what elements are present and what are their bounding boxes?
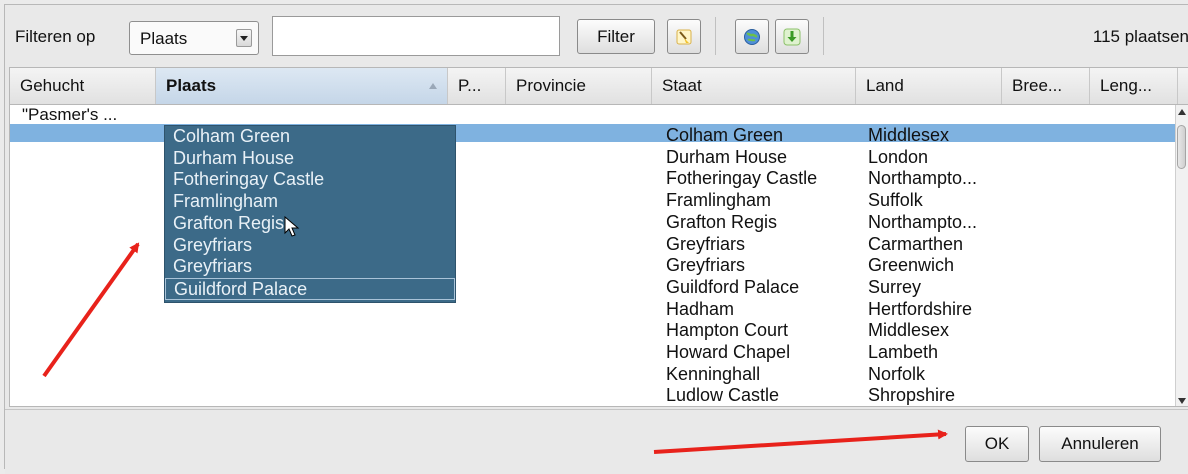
staat-column-values: Colham Green Durham House Fotheringay Cast… <box>666 125 817 406</box>
table-row-gehucht-cell[interactable]: "Pasmer's ... <box>22 105 117 125</box>
plaats-dropdown-item[interactable]: Durham House <box>165 148 455 170</box>
staat-cell[interactable]: Fotheringay Castle <box>666 168 817 190</box>
staat-cell[interactable]: Durham House <box>666 147 817 169</box>
column-header-plaats[interactable]: Plaats <box>156 68 448 104</box>
staat-cell[interactable]: Framlingham <box>666 190 817 212</box>
filter-search-input[interactable] <box>272 16 560 56</box>
column-header-staat[interactable]: Staat <box>652 68 856 104</box>
filter-dialog: Filteren op Plaats Filter 115 plaatsen G… <box>4 4 1188 474</box>
staat-cell[interactable]: Hadham <box>666 299 817 321</box>
column-header-lengte[interactable]: Leng... <box>1090 68 1178 104</box>
result-count: 115 plaatsen <box>1092 27 1188 46</box>
land-cell[interactable]: Middlesex <box>868 125 977 147</box>
staat-cell[interactable]: Kenninghall <box>666 364 817 386</box>
places-table[interactable]: Gehucht Plaats P... Provincie Staat Land… <box>9 67 1188 407</box>
vertical-scrollbar[interactable] <box>1175 105 1188 406</box>
staat-cell[interactable]: Guildford Palace <box>666 277 817 299</box>
toolbar-separator <box>715 17 716 55</box>
staat-cell[interactable]: Ludlow Castle <box>666 385 817 406</box>
plaats-dropdown-item[interactable]: Framlingham <box>165 191 455 213</box>
table-header: Gehucht Plaats P... Provincie Staat Land… <box>10 68 1188 105</box>
download-button[interactable] <box>775 19 809 54</box>
land-cell[interactable]: Norfolk <box>868 364 977 386</box>
globe-button[interactable] <box>735 19 769 54</box>
cancel-button[interactable]: Annuleren <box>1039 426 1161 462</box>
dialog-footer: OK Annuleren <box>5 409 1188 474</box>
plaats-dropdown-list[interactable]: Colham Green Durham House Fotheringay Cast… <box>164 125 456 303</box>
land-cell[interactable]: Greenwich <box>868 255 977 277</box>
table-body: "Pasmer's ... Colham Green Durham House Fo… <box>10 105 1178 406</box>
land-cell[interactable]: London <box>868 147 977 169</box>
staat-cell[interactable]: Greyfriars <box>666 255 817 277</box>
plaats-dropdown-item[interactable]: Greyfriars <box>165 256 455 278</box>
land-cell[interactable]: Northampto... <box>868 168 977 190</box>
land-column-values: Middlesex London Northampto... Suffolk North… <box>868 125 977 406</box>
filter-field-select[interactable]: Plaats <box>129 21 259 55</box>
land-cell[interactable]: Shropshire <box>868 385 977 406</box>
globe-icon <box>744 29 760 45</box>
land-cell[interactable]: Surrey <box>868 277 977 299</box>
staat-cell[interactable]: Colham Green <box>666 125 817 147</box>
plaats-dropdown-item[interactable]: Grafton Regis <box>165 213 455 235</box>
column-header-breedte[interactable]: Bree... <box>1002 68 1090 104</box>
plaats-dropdown-item[interactable]: Guildford Palace <box>165 277 455 300</box>
scroll-up-arrow-icon[interactable] <box>1178 109 1186 115</box>
broom-icon <box>676 29 692 45</box>
mouse-pointer-icon <box>284 216 300 237</box>
column-header-gehucht[interactable]: Gehucht <box>10 68 156 104</box>
ok-button[interactable]: OK <box>965 426 1029 462</box>
plaats-dropdown-item[interactable]: Fotheringay Castle <box>165 169 455 191</box>
scroll-down-arrow-icon[interactable] <box>1178 398 1186 404</box>
download-icon <box>783 28 801 46</box>
plaats-dropdown-item[interactable]: Colham Green <box>165 126 455 148</box>
filter-label: Filteren op <box>15 27 96 46</box>
chevron-down-icon[interactable] <box>236 29 252 47</box>
column-header-plaats-label: Plaats <box>166 76 217 95</box>
staat-cell[interactable]: Grafton Regis <box>666 212 817 234</box>
land-cell[interactable]: Suffolk <box>868 190 977 212</box>
scrollbar-thumb[interactable] <box>1177 125 1186 169</box>
plaats-dropdown-item[interactable]: Greyfriars <box>165 235 455 257</box>
clear-filter-button[interactable] <box>667 19 701 54</box>
land-cell[interactable]: Hertfordshire <box>868 299 977 321</box>
sort-ascending-icon <box>429 83 437 89</box>
toolbar-separator <box>823 17 824 55</box>
land-cell[interactable]: Carmarthen <box>868 234 977 256</box>
filter-button[interactable]: Filter <box>577 19 655 54</box>
land-cell[interactable]: Northampto... <box>868 212 977 234</box>
staat-cell[interactable]: Hampton Court <box>666 320 817 342</box>
filter-field-value: Plaats <box>140 29 188 48</box>
land-cell[interactable]: Middlesex <box>868 320 977 342</box>
column-header-provincie[interactable]: Provincie <box>506 68 652 104</box>
land-cell[interactable]: Lambeth <box>868 342 977 364</box>
column-header-land[interactable]: Land <box>856 68 1002 104</box>
column-header-p[interactable]: P... <box>448 68 506 104</box>
staat-cell[interactable]: Howard Chapel <box>666 342 817 364</box>
staat-cell[interactable]: Greyfriars <box>666 234 817 256</box>
toolbar: Filteren op Plaats Filter 115 plaatsen <box>5 5 1188 67</box>
